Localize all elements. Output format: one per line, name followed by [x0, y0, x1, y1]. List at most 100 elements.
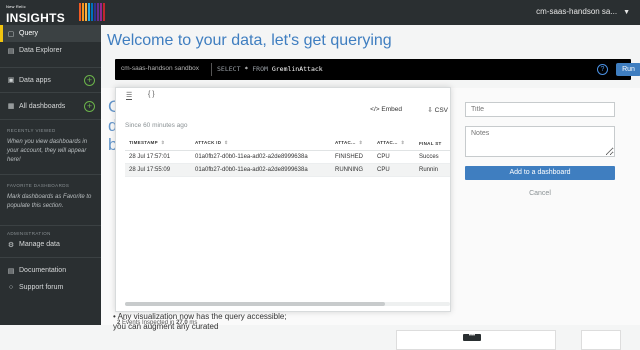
query-table: GremlinAttack [271, 65, 323, 73]
add-dashboard-button[interactable]: + [84, 100, 95, 112]
chat-icon: ○ [8, 284, 14, 291]
table-cell: CPU [373, 150, 415, 164]
dashboards-icon: ▦ [7, 103, 15, 110]
embed-button[interactable]: </> Embed [370, 106, 402, 116]
view-tabs: ☰ { } [116, 88, 452, 102]
sidebar-item-documentation[interactable]: ▤ Documentation [0, 262, 101, 279]
sidebar-item-query[interactable]: ▢ Query [0, 25, 101, 42]
table-cell: 01a0fb27-d0b0-11ea-ad02-a2de8999638a [191, 150, 331, 164]
list-item: • Any visualization now has the query ac… [113, 312, 287, 331]
sort-icon: ⇳ [224, 140, 229, 145]
query-icon: ▢ [7, 30, 15, 38]
account-selector[interactable]: cm-saas-handson sa... ▼ [536, 7, 630, 16]
thumbnail-preview [581, 330, 621, 350]
column-header-label: ATTACK ID [195, 140, 222, 145]
sidebar-item-label: Data apps [19, 76, 51, 84]
results-panel: ☰ { } </> Embed ⇩ CSV Since 60 minutes a… [115, 87, 451, 312]
help-icon[interactable]: ? [597, 64, 608, 75]
embed-label: Embed [381, 106, 402, 113]
table-cell: CPU [373, 163, 415, 177]
insights-logo[interactable]: New Relic INSIGHTS [6, 5, 65, 27]
brand-stripe [91, 3, 93, 21]
table-cell: 28 Jul 17:55:09 [125, 163, 191, 177]
sidebar-item-all-dashboards[interactable]: ▦ All dashboards + [0, 93, 101, 119]
column-header[interactable]: TIMESTAMP ⇳ [125, 135, 191, 151]
brand-stripe [97, 3, 99, 21]
bullet-text: Any visualization now has the query acce… [113, 312, 287, 331]
table-cell: 28 Jul 17:57:01 [125, 150, 191, 164]
run-button[interactable]: Run [616, 63, 640, 76]
sidebar-item-support-forum[interactable]: ○ Support forum [0, 279, 101, 296]
tab-table[interactable]: ☰ [126, 91, 133, 100]
query-account[interactable]: cm-saas-handson sandbox [121, 65, 199, 72]
logo-big-text: INSIGHTS [6, 11, 66, 25]
recently-viewed-text: When you view dashboards in your account… [7, 139, 88, 163]
sidebar-item-label: Data Explorer [19, 47, 62, 54]
brand-stripes [79, 3, 105, 21]
sidebar-item-data-explorer[interactable]: ▤ Data Explorer [0, 42, 101, 59]
table-header-row: TIMESTAMP ⇳ ATTACK ID ⇳ ATTAC... ⇳ ATTAC...… [125, 135, 450, 151]
divider [211, 63, 212, 76]
brand-stripe [82, 3, 84, 21]
column-header-label: FINAL ST [419, 140, 442, 146]
table-cell: 01a0fb27-d0b0-11ea-ad02-a2de8999638a [191, 163, 331, 177]
sidebar-item-label: Query [19, 30, 39, 37]
cancel-button[interactable]: Cancel [465, 190, 615, 197]
data-apps-icon: ▣ [7, 77, 15, 84]
table-cell: FINISHED [331, 150, 373, 164]
sort-icon: ⇳ [400, 140, 405, 145]
csv-label: CSV [434, 107, 448, 114]
column-header-label: ATTAC... [335, 140, 356, 145]
table-row[interactable]: 28 Jul 17:57:01 01a0fb27-d0b0-11ea-ad02-… [125, 150, 450, 164]
table-cell: Succes [415, 150, 450, 164]
nrql-query-input[interactable]: SELECT * FROM GremlinAttack [217, 65, 323, 73]
sidebar-item-label: Manage data [19, 241, 60, 248]
sidebar: ▢ Query ▤ Data Explorer ▣ Data apps + ▦ … [0, 25, 101, 325]
title-input[interactable] [465, 102, 615, 117]
column-header[interactable]: ATTACK ID ⇳ [191, 135, 331, 151]
top-bar: New Relic INSIGHTS cm-saas-handson sa...… [0, 0, 640, 25]
add-data-app-button[interactable]: + [84, 74, 95, 86]
sidebar-item-label: Support forum [19, 284, 64, 291]
main-content: Welcome to your data, let's get querying… [101, 25, 640, 350]
documentation-icon: ▤ [7, 267, 15, 275]
gear-icon: ⚙ [7, 241, 15, 249]
column-header[interactable]: FINAL ST [415, 135, 450, 151]
add-to-dashboard-button[interactable]: Add to a dashboard [465, 166, 615, 180]
column-header[interactable]: ATTAC... ⇳ [373, 135, 415, 151]
tab-json[interactable]: { } [148, 91, 155, 98]
query-bar[interactable]: cm-saas-handson sandbox SELECT * FROM Gr… [115, 59, 640, 80]
brand-stripe [103, 3, 105, 21]
logo-small-text: New Relic [6, 4, 26, 9]
notes-input[interactable] [465, 126, 615, 157]
brand-stripe [88, 3, 90, 21]
account-name: cm-saas-handson sa... [536, 7, 618, 16]
brand-stripe [94, 3, 96, 21]
brand-stripe [79, 3, 81, 21]
query-keyword-select: SELECT [217, 65, 241, 73]
column-header-label: TIMESTAMP [129, 140, 158, 145]
column-header[interactable]: ATTAC... ⇳ [331, 135, 373, 151]
sort-icon: ⇳ [160, 140, 165, 145]
brand-stripe [100, 3, 102, 21]
more-options-icon[interactable]: ••• [463, 333, 481, 341]
favorite-dashboards-text: Mark dashboards as Favorite to populate … [7, 194, 92, 209]
horizontal-scrollbar-thumb[interactable] [125, 302, 385, 306]
time-range-label: Since 60 minutes ago [125, 122, 188, 129]
csv-button[interactable]: ⇩ CSV [427, 106, 448, 116]
sidebar-item-label: Documentation [19, 267, 67, 274]
page-title: Welcome to your data, let's get querying [107, 32, 392, 49]
add-to-dashboard-form: Add to a dashboard Cancel [458, 98, 638, 287]
table-cell: Runnin [415, 163, 450, 177]
brand-stripe [85, 3, 87, 21]
sidebar-item-label: All dashboards [19, 102, 66, 110]
data-explorer-icon: ▤ [7, 47, 15, 55]
table-row[interactable]: 28 Jul 17:55:09 01a0fb27-d0b0-11ea-ad02-… [125, 163, 450, 177]
chevron-down-icon: ▼ [623, 9, 630, 16]
download-icon: ⇩ [427, 107, 433, 114]
sidebar-item-manage-data[interactable]: ⚙ Manage data [0, 236, 101, 253]
table-cell: RUNNING [331, 163, 373, 177]
column-header-label: ATTAC... [377, 140, 398, 145]
query-keyword-from: FROM [252, 65, 268, 73]
sidebar-item-data-apps[interactable]: ▣ Data apps + [0, 68, 101, 92]
